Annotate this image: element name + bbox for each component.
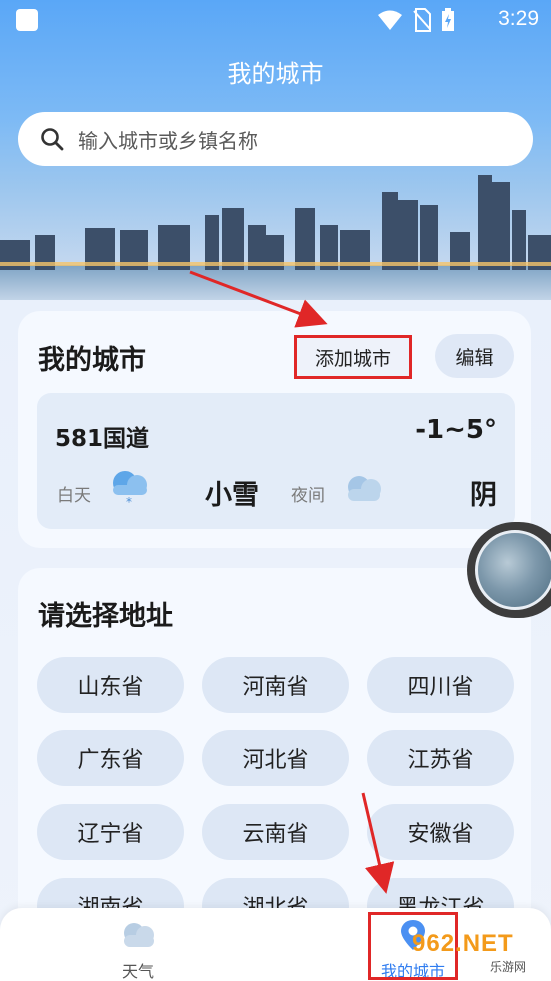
search-icon xyxy=(41,128,64,151)
province-item[interactable]: 河北省 xyxy=(202,730,349,786)
svg-text:*: * xyxy=(126,495,132,507)
night-label: 夜间 xyxy=(291,486,325,506)
notification-icon xyxy=(16,9,38,31)
tab-weather-label: 天气 xyxy=(121,962,154,981)
city-weather-row[interactable]: 581国道 -1~5° 白天 * 小雪 夜间 阴 xyxy=(37,393,515,529)
province-item[interactable]: 辽宁省 xyxy=(37,804,184,860)
province-item[interactable]: 广东省 xyxy=(37,730,184,786)
province-item[interactable]: 江苏省 xyxy=(367,730,514,786)
cloud-icon xyxy=(124,923,154,947)
search-input[interactable]: 输入城市或乡镇名称 xyxy=(78,125,258,154)
page-title: 我的城市 xyxy=(227,60,324,88)
floating-ball-thumbnail xyxy=(475,530,551,610)
status-bar: 3:29 xyxy=(0,0,551,40)
my-cities-card: 我的城市 添加城市 编辑 581国道 -1~5° 白天 * 小雪 夜间 阴 xyxy=(18,311,531,548)
clock-time: 3:29 xyxy=(498,7,539,30)
province-item[interactable]: 四川省 xyxy=(367,657,514,713)
light-snow-icon: * xyxy=(113,471,147,507)
watermark-brand: 962.NET xyxy=(412,930,514,957)
wifi-icon xyxy=(378,10,402,30)
province-item[interactable]: 安徽省 xyxy=(367,804,514,860)
watermark-sub: 乐游网 xyxy=(490,960,527,974)
add-city-button[interactable]: 添加城市 xyxy=(294,335,412,379)
province-item[interactable]: 山东省 xyxy=(37,657,184,713)
night-weather: 阴 xyxy=(470,480,497,511)
day-weather: 小雪 xyxy=(205,480,259,511)
no-sim-icon xyxy=(413,8,431,32)
overcast-icon xyxy=(348,476,381,501)
province-item[interactable]: 河南省 xyxy=(202,657,349,713)
status-icons xyxy=(377,8,455,32)
temperature-range: -1~5° xyxy=(415,415,497,445)
city-name: 581国道 xyxy=(55,426,150,452)
search-bar[interactable]: 输入城市或乡镇名称 xyxy=(18,112,533,166)
my-cities-title: 我的城市 xyxy=(38,345,146,376)
watermark-logo: 962.NET 乐游网 xyxy=(412,930,526,974)
tab-weather[interactable]: 天气 xyxy=(48,908,228,981)
edit-button[interactable]: 编辑 xyxy=(435,334,514,378)
city-skyline-image xyxy=(0,175,551,320)
province-section-title: 请选择地址 xyxy=(38,601,173,632)
province-item[interactable]: 云南省 xyxy=(202,804,349,860)
battery-charging-icon xyxy=(442,8,454,31)
day-label: 白天 xyxy=(57,486,91,506)
